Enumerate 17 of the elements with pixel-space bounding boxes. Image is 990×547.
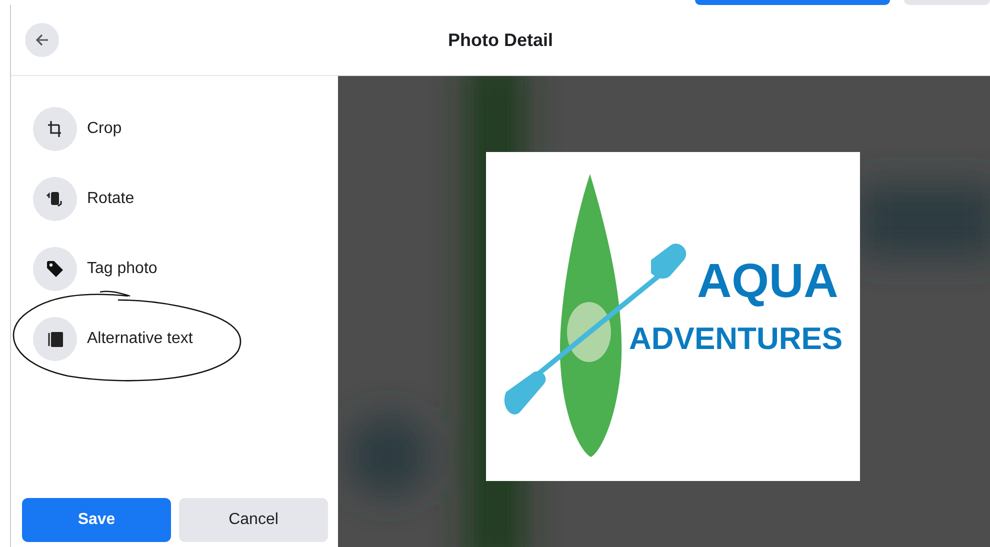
back-arrow-icon [35, 33, 49, 47]
tool-label[interactable]: Tag photo [87, 260, 158, 278]
back-button[interactable] [25, 23, 59, 57]
alt-text-button[interactable] [33, 317, 77, 361]
tag-icon [45, 259, 65, 279]
logo-subtitle: ADVENTURES [629, 321, 843, 356]
crop-button[interactable] [33, 107, 77, 151]
dialog-title: Photo Detail [448, 30, 553, 50]
rotate-button[interactable] [33, 177, 77, 221]
tool-label[interactable]: Rotate [87, 190, 134, 208]
logo-title: AQUA [697, 255, 838, 308]
rotate-icon [45, 189, 65, 209]
save-button[interactable]: Save [22, 498, 171, 542]
cancel-button[interactable]: Cancel [179, 498, 328, 542]
tool-label[interactable]: Alternative text [87, 330, 193, 348]
tool-label[interactable]: Crop [87, 120, 122, 138]
tag-button[interactable] [33, 247, 77, 291]
